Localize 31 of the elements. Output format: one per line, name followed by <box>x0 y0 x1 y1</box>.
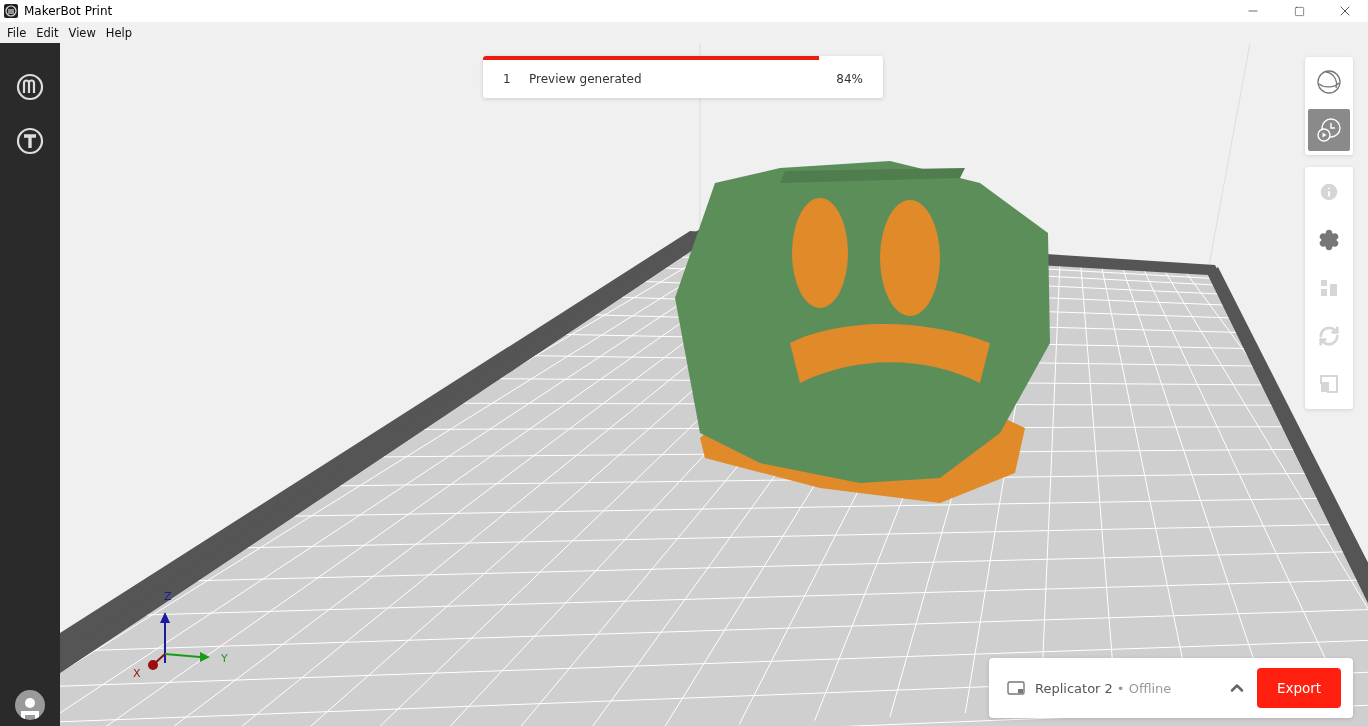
avatar-icon[interactable] <box>15 690 45 720</box>
t-logo-icon <box>16 127 44 155</box>
rotate-icon <box>1318 325 1340 347</box>
scale-icon <box>1319 374 1339 394</box>
arrange-icon <box>1319 278 1339 298</box>
info-icon <box>1318 181 1340 203</box>
menu-item[interactable]: Edit <box>31 25 64 40</box>
gear-icon <box>1318 229 1340 251</box>
menu-item[interactable]: View <box>63 25 101 40</box>
clock-play-icon <box>1316 117 1342 143</box>
window-title: MakerBot Print <box>24 4 114 18</box>
m-logo-icon <box>16 73 44 101</box>
progress-percent: 84% <box>836 72 863 86</box>
progress-label: Preview generated <box>529 72 643 86</box>
axis-x-arrow <box>148 653 166 670</box>
axis-y-arrow <box>164 652 210 662</box>
axis-label: X <box>133 667 141 680</box>
printer-icon <box>1007 681 1025 695</box>
menu-item[interactable]: Help <box>100 25 138 40</box>
axis-label: Y <box>221 652 228 665</box>
menu-item[interactable]: File <box>2 25 32 40</box>
restore-icon <box>1293 5 1305 17</box>
view-tool-button[interactable] <box>1308 109 1350 151</box>
app-logo-icon <box>4 4 18 18</box>
axis-z-arrow <box>160 612 170 664</box>
step-number: 1 <box>503 72 512 86</box>
axis-label: Z <box>164 590 172 603</box>
export-button[interactable]: Export <box>1257 668 1341 708</box>
printer-status: • Offline <box>1116 680 1173 696</box>
printer-name: Replicator 2 <box>1035 680 1113 696</box>
sphere-icon <box>1316 69 1342 95</box>
